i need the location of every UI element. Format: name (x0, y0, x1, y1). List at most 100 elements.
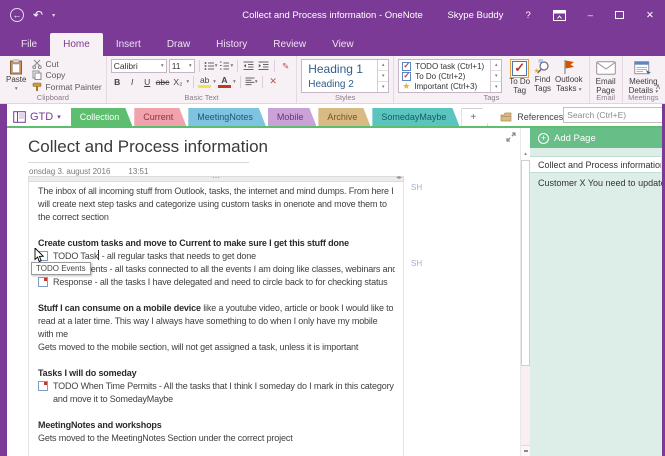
paragraph-intro[interactable]: The inbox of all incoming stuff from Out… (38, 185, 395, 224)
notebook-dropdown[interactable]: GTD ▾ (7, 111, 71, 126)
scroll-up-icon[interactable]: ▴ (521, 148, 530, 159)
when-time-permits-tag-icon[interactable] (38, 381, 48, 391)
paragraph-mobile[interactable]: Stuff I can consume on a mobile device l… (38, 302, 395, 341)
strikethrough-button[interactable]: abc (156, 75, 170, 88)
line-todo-task[interactable]: TODO Task - all regular tasks that needs… (38, 250, 395, 263)
page-title[interactable]: Collect and Process information (28, 137, 268, 157)
bold-button[interactable]: B (111, 75, 124, 88)
new-section-button[interactable]: + (461, 108, 488, 126)
script-caret-icon[interactable]: ▾ (186, 79, 189, 85)
tab-file[interactable]: File (8, 33, 50, 56)
undo-icon[interactable]: ↶ (33, 8, 43, 22)
line-todo-events[interactable]: ★ TODO Events - all tasks connected to a… (38, 263, 395, 276)
note-outline-container[interactable]: ⋯ ◂▸ The inbox of all incoming stuff fro… (28, 174, 404, 456)
section-tab-collection[interactable]: Collection (71, 108, 133, 126)
tab-view[interactable]: View (319, 33, 367, 56)
collapse-ribbon-button[interactable]: ∧ (655, 82, 661, 91)
font-size-select[interactable]: 11 ▾ (168, 59, 195, 73)
scrollbar-thumb[interactable] (521, 160, 530, 366)
tags-more-icon[interactable]: ▾ (491, 81, 502, 92)
paste-button[interactable]: Paste ▾ (4, 58, 28, 92)
vertical-scrollbar[interactable]: ▴ (520, 128, 530, 456)
search-input[interactable] (564, 110, 665, 120)
scroll-down-button[interactable] (521, 445, 530, 456)
todo-task-tag-icon: ✓ (402, 61, 412, 71)
line-when-time-permits[interactable]: TODO When Time Permits - All the tasks t… (38, 380, 395, 406)
heading-meetingnotes[interactable]: MeetingNotes and workshops (38, 419, 395, 432)
styles-scroll-up-icon[interactable]: ▴ (378, 60, 388, 70)
full-page-view-button[interactable] (505, 131, 517, 143)
cut-button[interactable]: Cut (32, 59, 101, 70)
highlight-caret-icon[interactable]: ▾ (213, 79, 216, 85)
maximize-button[interactable] (604, 0, 635, 30)
page-list-item[interactable]: Customer X You need to update t (530, 174, 662, 191)
tab-review[interactable]: Review (260, 33, 319, 56)
section-tab-current[interactable]: Current (134, 108, 186, 126)
response-tag-icon[interactable] (38, 277, 48, 287)
tags-scroll-up-icon[interactable]: ▴ (491, 60, 501, 70)
scrollbar-track[interactable] (521, 366, 530, 445)
tab-insert[interactable]: Insert (103, 33, 154, 56)
section-tab-archive[interactable]: Archive (318, 108, 370, 126)
increase-indent-button[interactable] (257, 60, 270, 73)
section-tab-meetingnotes[interactable]: MeetingNotes (188, 108, 266, 126)
style-heading2[interactable]: Heading 2 (302, 79, 377, 90)
page-canvas[interactable]: Collect and Process information onsdag 3… (7, 128, 520, 456)
styles-scroll-down-icon[interactable]: ▾ (378, 70, 389, 81)
tab-history[interactable]: History (203, 33, 260, 56)
text-highlight-button[interactable]: ab (198, 75, 212, 88)
numbering-button[interactable]: ▾ (219, 60, 233, 73)
styles-pen-button[interactable]: ✎ (279, 60, 292, 73)
find-tags-button[interactable]: ★ Find Tags (532, 58, 553, 92)
line-response[interactable]: Response - all the tasks I have delegate… (38, 276, 395, 289)
tag-important[interactable]: ★ Important (Ctrl+3) (399, 81, 490, 91)
decrease-indent-button[interactable] (242, 60, 255, 73)
copy-button[interactable]: Copy (32, 70, 101, 81)
heading-someday[interactable]: Tasks I will do someday (38, 367, 395, 380)
tag-to-do[interactable]: ✓ To Do (Ctrl+2) (399, 71, 490, 81)
outline-body[interactable]: The inbox of all incoming stuff from Out… (28, 182, 404, 456)
clear-formatting-button[interactable]: ✕ (267, 75, 280, 88)
section-tab-somedaymaybe[interactable]: SomedayMaybe (372, 108, 459, 126)
minimize-button[interactable]: – (577, 0, 604, 30)
font-color-caret-icon[interactable]: ▾ (233, 79, 236, 85)
tags-scroll-down-icon[interactable]: ▾ (491, 70, 502, 81)
subscript-button[interactable]: X₂ (171, 75, 184, 88)
page-list-item-selected[interactable]: Collect and Process information (530, 156, 661, 173)
outlook-tasks-button[interactable]: Outlook Tasks ▾ (553, 58, 585, 93)
email-page-button[interactable]: Email Page (594, 58, 618, 96)
signed-in-user[interactable]: Skype Buddy (436, 0, 514, 30)
bullets-button[interactable]: ▾ (204, 60, 217, 73)
to-do-tag-icon: ✓ (402, 71, 412, 81)
tab-home[interactable]: Home (50, 33, 103, 56)
to-do-tag-button[interactable]: ✓ To Do Tag (507, 58, 532, 94)
group-tags: ✓ TODO task (Ctrl+1) ✓ To Do (Ctrl+2) ★ … (394, 56, 590, 103)
outline-drag-handle[interactable]: ⋯ ◂▸ (28, 174, 404, 182)
close-button[interactable]: ✕ (635, 0, 665, 30)
format-painter-button[interactable]: Format Painter (32, 82, 102, 92)
meeting-details-button[interactable]: Meeting Details ▾ (627, 58, 660, 97)
ribbon-display-options-button[interactable] (542, 0, 577, 30)
font-color-button[interactable]: A (217, 75, 231, 88)
alignment-caret-icon: ▾ (254, 78, 258, 85)
paragraph-mobile-note[interactable]: Gets moved to the mobile section, will n… (38, 341, 395, 354)
section-tab-mobile[interactable]: Mobile (268, 108, 317, 126)
tag-todo-task[interactable]: ✓ TODO task (Ctrl+1) (399, 61, 490, 71)
italic-button[interactable]: I (126, 75, 139, 88)
outline-resize-icon[interactable]: ◂▸ (396, 175, 402, 181)
back-icon[interactable]: ← (10, 8, 24, 22)
add-page-button[interactable]: + Add Page (530, 128, 662, 148)
outlook-tasks-caret-icon: ▾ (578, 86, 582, 93)
font-name-select[interactable]: Calibri ▾ (110, 59, 167, 73)
paragraph-meetingnotes[interactable]: Gets moved to the MeetingNotes Section u… (38, 432, 395, 445)
underline-button[interactable]: U (141, 75, 154, 88)
heading-create-custom-tasks[interactable]: Create custom tasks and move to Current … (38, 237, 395, 250)
tab-draw[interactable]: Draw (154, 33, 203, 56)
section-group-references[interactable]: References (500, 112, 563, 126)
style-heading1[interactable]: Heading 1 (302, 62, 377, 76)
paragraph-alignment-button[interactable]: ▾ (245, 75, 258, 88)
styles-more-icon[interactable]: ▾ (378, 81, 389, 92)
help-button[interactable]: ? (514, 0, 541, 30)
customize-toolbar-caret-icon[interactable]: ▾ (52, 12, 55, 19)
